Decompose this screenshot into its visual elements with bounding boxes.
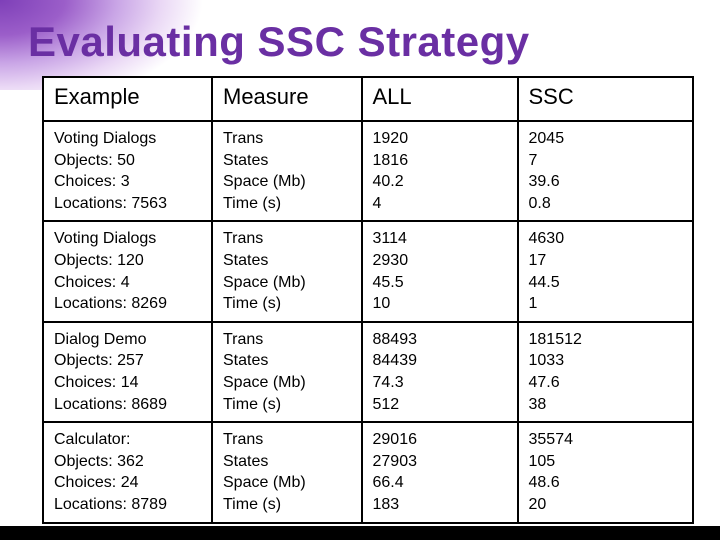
cell-ssc: 181512 1033 47.6 38 [518,322,694,422]
cell-line: Space (Mb) [223,472,353,494]
cell-line: 27903 [373,451,509,473]
cell-line: 512 [373,394,509,416]
comparison-table: Example Measure ALL SSC Voting Dialogs O… [42,76,694,524]
cell-line: Voting Dialogs [54,128,203,150]
cell-line: 48.6 [529,472,685,494]
table-row: Dialog Demo Objects: 257 Choices: 14 Loc… [43,322,693,422]
cell-line: Trans [223,228,353,250]
cell-line: Time (s) [223,293,353,315]
cell-line: Locations: 8789 [54,494,203,516]
cell-ssc: 35574 105 48.6 20 [518,422,694,522]
cell-line: 29016 [373,429,509,451]
cell-line: 1 [529,293,685,315]
cell-line: 2930 [373,250,509,272]
col-header-example: Example [43,77,212,121]
cell-line: 1920 [373,128,509,150]
table-row: Voting Dialogs Objects: 50 Choices: 3 Lo… [43,121,693,221]
cell-example: Voting Dialogs Objects: 50 Choices: 3 Lo… [43,121,212,221]
comparison-table-wrap: Example Measure ALL SSC Voting Dialogs O… [42,76,694,524]
cell-ssc: 2045 7 39.6 0.8 [518,121,694,221]
cell-example: Voting Dialogs Objects: 120 Choices: 4 L… [43,221,212,321]
cell-line: Space (Mb) [223,272,353,294]
cell-line: 20 [529,494,685,516]
col-header-all: ALL [362,77,518,121]
cell-line: 105 [529,451,685,473]
cell-line: 40.2 [373,171,509,193]
cell-line: 1033 [529,350,685,372]
cell-line: Objects: 50 [54,150,203,172]
cell-line: States [223,451,353,473]
table-row: Voting Dialogs Objects: 120 Choices: 4 L… [43,221,693,321]
col-header-measure: Measure [212,77,362,121]
cell-example: Dialog Demo Objects: 257 Choices: 14 Loc… [43,322,212,422]
cell-line: Time (s) [223,494,353,516]
slide-footer-bar [0,526,720,540]
cell-line: Objects: 257 [54,350,203,372]
cell-line: 84439 [373,350,509,372]
cell-line: Trans [223,128,353,150]
cell-line: States [223,350,353,372]
cell-line: 3114 [373,228,509,250]
cell-line: Objects: 120 [54,250,203,272]
cell-line: 10 [373,293,509,315]
cell-line: 38 [529,394,685,416]
cell-line: States [223,150,353,172]
cell-all: 3114 2930 45.5 10 [362,221,518,321]
cell-line: States [223,250,353,272]
cell-line: 45.5 [373,272,509,294]
table-row: Calculator: Objects: 362 Choices: 24 Loc… [43,422,693,522]
cell-ssc: 4630 17 44.5 1 [518,221,694,321]
cell-line: Locations: 8269 [54,293,203,315]
cell-line: 2045 [529,128,685,150]
cell-line: 17 [529,250,685,272]
cell-measure: Trans States Space (Mb) Time (s) [212,221,362,321]
cell-line: Space (Mb) [223,372,353,394]
cell-line: 4630 [529,228,685,250]
cell-line: 39.6 [529,171,685,193]
cell-line: 1816 [373,150,509,172]
cell-line: 47.6 [529,372,685,394]
cell-line: 4 [373,193,509,215]
cell-measure: Trans States Space (Mb) Time (s) [212,422,362,522]
cell-line: 181512 [529,329,685,351]
cell-line: 35574 [529,429,685,451]
cell-line: 183 [373,494,509,516]
cell-line: Trans [223,429,353,451]
cell-line: 0.8 [529,193,685,215]
cell-line: Locations: 8689 [54,394,203,416]
cell-line: Calculator: [54,429,203,451]
cell-line: Choices: 14 [54,372,203,394]
col-header-ssc: SSC [518,77,694,121]
cell-line: Voting Dialogs [54,228,203,250]
cell-measure: Trans States Space (Mb) Time (s) [212,121,362,221]
cell-all: 29016 27903 66.4 183 [362,422,518,522]
cell-line: 74.3 [373,372,509,394]
cell-line: 44.5 [529,272,685,294]
cell-line: Choices: 24 [54,472,203,494]
cell-measure: Trans States Space (Mb) Time (s) [212,322,362,422]
table-header-row: Example Measure ALL SSC [43,77,693,121]
cell-all: 88493 84439 74.3 512 [362,322,518,422]
cell-line: Trans [223,329,353,351]
cell-line: Time (s) [223,193,353,215]
cell-all: 1920 1816 40.2 4 [362,121,518,221]
cell-line: Time (s) [223,394,353,416]
cell-example: Calculator: Objects: 362 Choices: 24 Loc… [43,422,212,522]
cell-line: 7 [529,150,685,172]
cell-line: 88493 [373,329,509,351]
cell-line: Choices: 4 [54,272,203,294]
cell-line: Choices: 3 [54,171,203,193]
cell-line: Dialog Demo [54,329,203,351]
cell-line: 66.4 [373,472,509,494]
slide-title: Evaluating SSC Strategy [0,0,720,72]
cell-line: Space (Mb) [223,171,353,193]
cell-line: Locations: 7563 [54,193,203,215]
cell-line: Objects: 362 [54,451,203,473]
